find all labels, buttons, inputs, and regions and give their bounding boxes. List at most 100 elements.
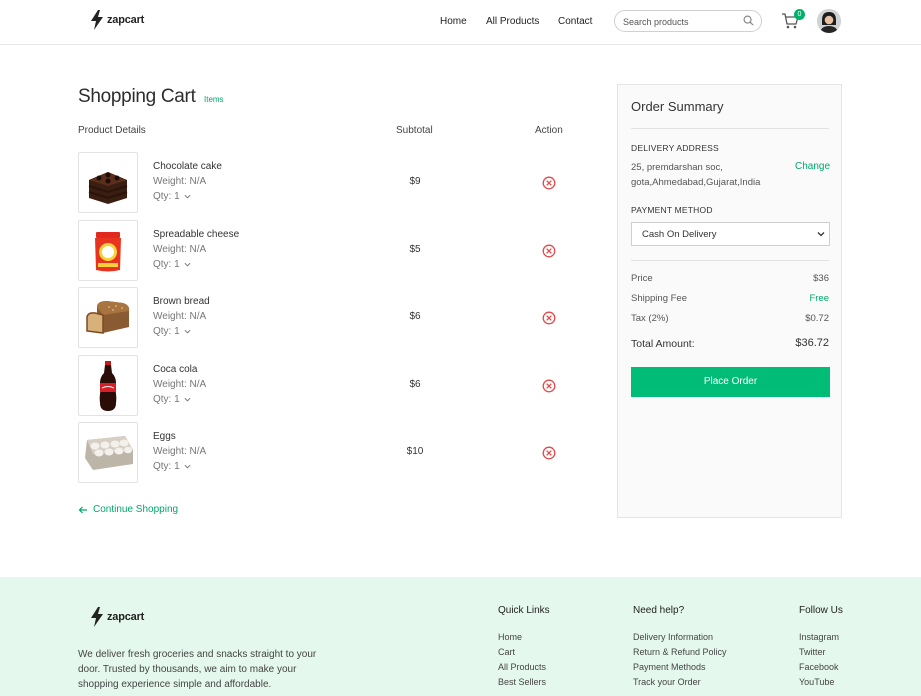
item-subtotal: $9 — [409, 176, 421, 187]
price-label: Price — [631, 273, 653, 284]
lightning-icon — [91, 607, 103, 627]
continue-shopping-label: Continue Shopping — [93, 504, 179, 515]
remove-item-icon[interactable] — [542, 176, 556, 190]
footer-link-instagram[interactable]: Instagram — [799, 632, 839, 642]
search-input[interactable] — [623, 15, 741, 28]
product-image[interactable] — [78, 287, 138, 348]
avatar[interactable] — [817, 9, 841, 33]
product-name[interactable]: Chocolate cake — [153, 161, 222, 172]
cart-item: Spreadable cheese Weight: N/A Qty: 1 $5 — [78, 220, 578, 281]
chevron-down-icon — [184, 329, 191, 334]
tax-value: $0.72 — [805, 313, 829, 324]
delivery-address: 25, premdarshan soc, gota,Ahmedabad,Guja… — [631, 162, 761, 188]
product-image[interactable] — [78, 355, 138, 416]
order-summary-panel: Order Summary DELIVERY ADDRESS 25, premd… — [617, 84, 842, 518]
page-title: Shopping Cart — [78, 86, 196, 107]
footer-logo-text: zapcart — [107, 611, 145, 623]
footer-link-youtube[interactable]: YouTube — [799, 677, 834, 687]
items-count-label: Items — [204, 95, 224, 104]
payment-method-value: Cash On Delivery — [642, 229, 717, 240]
delivery-address-label: DELIVERY ADDRESS — [631, 143, 719, 153]
cart-count-badge: 0 — [794, 9, 805, 20]
egg-carton-image — [85, 435, 133, 470]
quick-links-heading: Quick Links — [498, 605, 550, 616]
nav-home[interactable]: Home — [440, 16, 467, 27]
cart-item: Coca cola Weight: N/A Qty: 1 $6 — [78, 355, 578, 416]
column-header-action: Action — [535, 125, 563, 136]
logo[interactable]: zapcart — [90, 10, 144, 30]
change-address-button[interactable]: Change — [795, 161, 830, 172]
payment-method-label: PAYMENT METHOD — [631, 205, 713, 215]
quantity-label: Qty: 1 — [153, 461, 180, 472]
column-header-product: Product Details — [78, 125, 146, 136]
remove-item-icon[interactable] — [542, 446, 556, 460]
item-subtotal: $6 — [409, 379, 421, 390]
shipping-fee-value: Free — [809, 293, 829, 304]
total-amount-label: Total Amount: — [631, 338, 695, 350]
footer-link-facebook[interactable]: Facebook — [799, 662, 839, 672]
user-avatar-icon — [817, 9, 841, 33]
chevron-down-icon — [184, 464, 191, 469]
arrow-left-icon — [78, 506, 87, 513]
product-weight: Weight: N/A — [153, 311, 207, 322]
quantity-label: Qty: 1 — [153, 394, 180, 405]
nav-all-products[interactable]: All Products — [486, 16, 539, 27]
divider — [631, 260, 829, 261]
quantity-label: Qty: 1 — [153, 259, 180, 270]
product-name[interactable]: Coca cola — [153, 364, 197, 375]
footer-link-best-sellers[interactable]: Best Sellers — [498, 677, 546, 687]
chevron-down-icon — [184, 262, 191, 267]
search-box — [614, 10, 762, 32]
footer-logo[interactable]: zapcart — [90, 607, 144, 627]
footer-link-home[interactable]: Home — [498, 632, 522, 642]
product-image[interactable] — [78, 152, 138, 213]
continue-shopping-link[interactable]: Continue Shopping — [78, 504, 178, 515]
product-weight: Weight: N/A — [153, 446, 207, 457]
item-subtotal: $5 — [409, 244, 421, 255]
place-order-button[interactable]: Place Order — [631, 367, 830, 397]
remove-item-icon[interactable] — [542, 379, 556, 393]
divider — [631, 128, 829, 129]
footer-link-all-products[interactable]: All Products — [498, 662, 546, 672]
quantity-label: Qty: 1 — [153, 191, 180, 202]
quantity-select[interactable]: Qty: 1 — [153, 259, 191, 270]
quantity-select[interactable]: Qty: 1 — [153, 191, 191, 202]
item-subtotal: $10 — [406, 446, 424, 457]
footer-link-delivery-information[interactable]: Delivery Information — [633, 632, 713, 642]
need-help-heading: Need help? — [633, 605, 685, 616]
product-name[interactable]: Eggs — [153, 431, 176, 442]
cola-bottle-image — [99, 360, 117, 411]
chocolate-cake-image — [88, 171, 128, 204]
footer-link-payment-methods[interactable]: Payment Methods — [633, 662, 706, 672]
footer-link-return-refund-policy[interactable]: Return & Refund Policy — [633, 647, 727, 657]
tax-label: Tax (2%) — [631, 313, 669, 324]
cart-item: Eggs Weight: N/A Qty: 1 $10 — [78, 422, 578, 483]
product-name[interactable]: Brown bread — [153, 296, 210, 307]
search-icon[interactable] — [743, 15, 754, 26]
product-weight: Weight: N/A — [153, 379, 207, 390]
quantity-select[interactable]: Qty: 1 — [153, 326, 191, 337]
footer-link-track-order[interactable]: Track your Order — [633, 677, 701, 687]
chevron-down-icon — [184, 194, 191, 199]
chevron-down-icon — [817, 232, 825, 237]
payment-method-select[interactable]: Cash On Delivery — [631, 222, 830, 246]
quantity-select[interactable]: Qty: 1 — [153, 461, 191, 472]
nav-contact[interactable]: Contact — [558, 16, 592, 27]
quantity-select[interactable]: Qty: 1 — [153, 394, 191, 405]
product-image[interactable] — [78, 422, 138, 483]
remove-item-icon[interactable] — [542, 244, 556, 258]
footer-link-twitter[interactable]: Twitter — [799, 647, 826, 657]
lightning-icon — [91, 10, 103, 30]
remove-item-icon[interactable] — [542, 311, 556, 325]
product-name[interactable]: Spreadable cheese — [153, 229, 239, 240]
footer-link-cart[interactable]: Cart — [498, 647, 515, 657]
total-amount-value: $36.72 — [795, 337, 829, 349]
shipping-fee-label: Shipping Fee — [631, 293, 687, 304]
cart-item: Brown bread Weight: N/A Qty: 1 $6 — [78, 287, 578, 348]
site-header: zapcart Home All Products Contact 0 — [0, 0, 921, 45]
site-footer: zapcart We deliver fresh groceries and s… — [0, 577, 921, 696]
logo-text: zapcart — [107, 14, 145, 26]
order-summary-title: Order Summary — [631, 99, 724, 114]
product-image[interactable] — [78, 220, 138, 281]
product-weight: Weight: N/A — [153, 176, 207, 187]
